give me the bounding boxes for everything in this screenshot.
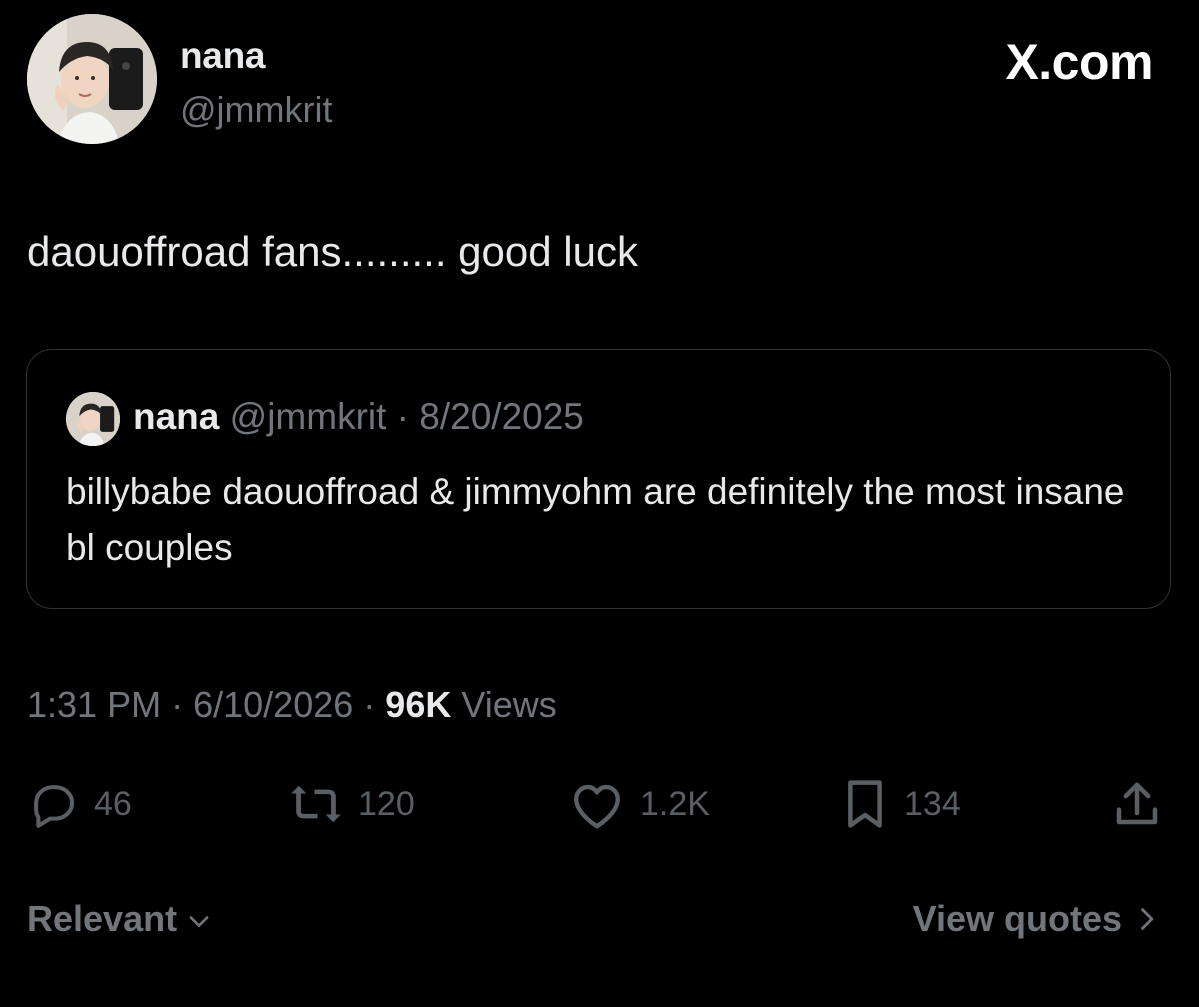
bookmark-button[interactable]: 134: [840, 776, 961, 832]
reply-button[interactable]: 46: [26, 776, 132, 832]
quoted-author-avatar[interactable]: [66, 392, 120, 446]
author-handle[interactable]: @jmmkrit: [180, 88, 333, 132]
author-display-name[interactable]: nana: [180, 34, 265, 78]
repost-button[interactable]: 120: [288, 776, 415, 832]
speech-bubble-icon: [34, 785, 75, 828]
meta-separator: ·: [363, 684, 376, 725]
share-button[interactable]: [1110, 776, 1164, 832]
views-count: 96K: [385, 684, 452, 725]
avatar-photo: [66, 392, 120, 446]
view-quotes-link[interactable]: View quotes: [913, 895, 1160, 943]
quoted-author-display-name[interactable]: nana: [133, 396, 219, 437]
views-label: Views: [461, 684, 557, 725]
brand-wordmark: X.com: [1005, 34, 1153, 90]
quoted-tweet-text: billybabe daouoffroad & jimmyohm are def…: [66, 471, 1125, 568]
quoted-tweet-card[interactable]: nana @jmmkrit · 8/20/2025 billybabe daou…: [26, 349, 1171, 609]
sort-label: Relevant: [27, 898, 178, 939]
chevron-right-icon: [1141, 908, 1154, 930]
repost-count: 120: [358, 784, 415, 823]
bookmark-count: 134: [904, 784, 961, 823]
sort-dropdown[interactable]: Relevant: [27, 895, 213, 943]
author-avatar[interactable]: [27, 14, 157, 144]
quoted-date: 8/20/2025: [419, 396, 584, 437]
chevron-down-icon: [189, 916, 209, 927]
tweet-time: 1:31 PM: [27, 684, 162, 725]
reply-count: 46: [94, 784, 132, 823]
like-count: 1.2K: [640, 784, 710, 823]
heart-icon: [574, 784, 620, 829]
avatar-photo: [27, 14, 157, 144]
like-button[interactable]: 1.2K: [568, 776, 710, 832]
tweet-date: 6/10/2026: [193, 684, 354, 725]
share-upload-icon: [1116, 782, 1158, 825]
quoted-separator: ·: [396, 396, 409, 437]
meta-separator: ·: [171, 684, 184, 725]
quoted-tweet-header: nana @jmmkrit · 8/20/2025: [133, 394, 584, 440]
tweet-meta: 1:31 PM · 6/10/2026 · 96K Views: [27, 681, 557, 729]
quoted-author-handle[interactable]: @jmmkrit: [230, 396, 387, 437]
repost-arrows-icon: [291, 785, 341, 823]
view-quotes-label: View quotes: [912, 898, 1122, 939]
bookmark-icon: [848, 780, 882, 828]
tweet-text: daouoffroad fans......... good luck: [27, 228, 638, 275]
